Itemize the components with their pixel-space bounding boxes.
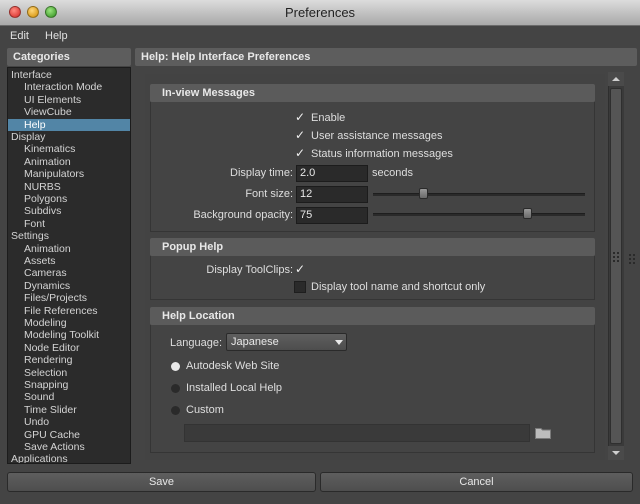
display-time-label: Display time: [230, 167, 293, 179]
radio-autodesk-web-site[interactable] [171, 362, 180, 371]
category-item[interactable]: Cameras [8, 267, 130, 279]
tool-name-shortcut-checkbox[interactable] [294, 281, 306, 293]
language-dropdown-value: Japanese [231, 336, 279, 348]
category-item[interactable]: Save Actions [8, 441, 130, 453]
background-opacity-slider[interactable] [373, 213, 585, 216]
category-item[interactable]: Display [8, 131, 130, 143]
cancel-button[interactable]: Cancel [320, 472, 633, 492]
radio-custom[interactable] [171, 406, 180, 415]
category-item[interactable]: Sound [8, 391, 130, 403]
scrollbar-thumb[interactable] [610, 88, 622, 444]
autodesk-web-site-label: Autodesk Web Site [186, 360, 280, 372]
category-item[interactable]: Time Slider [8, 404, 130, 416]
categories-list[interactable]: Interface Interaction Mode UI Elements View… [7, 67, 131, 464]
scroll-grip-icon [611, 250, 621, 264]
category-item[interactable]: Interaction Mode [8, 81, 130, 93]
chevron-down-icon [335, 340, 343, 345]
toolclips-checkbox[interactable]: ✓ [294, 262, 306, 276]
category-item[interactable]: Help [8, 118, 130, 131]
font-size-field[interactable]: 12 [296, 186, 368, 203]
category-item[interactable]: Applications [8, 453, 130, 463]
category-item[interactable]: Kinematics [8, 143, 130, 155]
category-item[interactable]: Font [8, 218, 130, 230]
menu-edit[interactable]: Edit [10, 26, 29, 46]
enable-checkbox[interactable]: ✓ [294, 110, 306, 124]
category-item[interactable]: Rendering [8, 354, 130, 366]
font-size-slider-handle[interactable] [418, 188, 428, 199]
resize-grip-icon[interactable] [628, 252, 636, 266]
category-item[interactable]: Files/Projects [8, 292, 130, 304]
display-time-field[interactable]: 2.0 [296, 165, 368, 182]
page-title: Help: Help Interface Preferences [135, 48, 637, 66]
category-item[interactable]: Settings [8, 230, 130, 242]
category-item[interactable]: Polygons [8, 193, 130, 205]
category-item[interactable]: Subdivs [8, 205, 130, 217]
status-info-label: Status information messages [311, 148, 453, 160]
category-item[interactable]: Snapping [8, 379, 130, 391]
installed-local-help-label: Installed Local Help [186, 382, 283, 394]
help-location-header[interactable]: Help Location [150, 307, 595, 325]
enable-label: Enable [311, 112, 346, 124]
category-item[interactable]: Animation [8, 156, 130, 168]
menu-bar: Edit Help [0, 26, 640, 46]
custom-label: Custom [186, 404, 224, 416]
background-opacity-field[interactable]: 75 [296, 207, 368, 224]
display-time-unit: seconds [372, 167, 413, 179]
custom-path-field[interactable] [184, 424, 530, 442]
category-item[interactable]: Modeling Toolkit [8, 329, 130, 341]
popup-help-header[interactable]: Popup Help [150, 238, 595, 256]
language-dropdown[interactable]: Japanese [226, 333, 347, 351]
radio-installed-local-help[interactable] [171, 384, 180, 393]
category-item[interactable]: GPU Cache [8, 429, 130, 441]
language-label: Language: [170, 337, 222, 349]
status-info-checkbox[interactable]: ✓ [294, 146, 306, 160]
category-item[interactable]: Assets [8, 255, 130, 267]
scroll-down-button[interactable] [608, 446, 624, 460]
category-item[interactable]: Undo [8, 416, 130, 428]
check-icon: ✓ [294, 146, 306, 160]
category-item[interactable]: NURBS [8, 181, 130, 193]
category-item[interactable]: Node Editor [8, 342, 130, 354]
category-item[interactable]: File References [8, 305, 130, 317]
background-opacity-label: Background opacity: [193, 209, 293, 221]
scroll-up-button[interactable] [608, 72, 624, 86]
category-item[interactable]: Modeling [8, 317, 130, 329]
menu-help[interactable]: Help [45, 26, 68, 46]
check-icon: ✓ [294, 262, 306, 276]
check-icon: ✓ [294, 110, 306, 124]
folder-icon[interactable] [535, 427, 551, 439]
categories-header: Categories [7, 48, 131, 66]
category-item[interactable]: Interface [8, 69, 130, 81]
inview-messages-header[interactable]: In-view Messages [150, 84, 595, 102]
category-item[interactable]: UI Elements [8, 94, 130, 106]
window-title: Preferences [284, 5, 356, 20]
user-assistance-label: User assistance messages [311, 130, 443, 142]
check-icon: ✓ [294, 128, 306, 142]
category-item[interactable]: Dynamics [8, 280, 130, 292]
background-opacity-slider-handle[interactable] [522, 208, 532, 219]
chevron-up-icon [612, 77, 620, 81]
user-assistance-checkbox[interactable]: ✓ [294, 128, 306, 142]
chevron-down-icon [612, 451, 620, 455]
category-item[interactable]: Animation [8, 243, 130, 255]
save-button[interactable]: Save [7, 472, 316, 492]
tool-name-shortcut-label: Display tool name and shortcut only [311, 281, 486, 293]
font-size-slider[interactable] [373, 193, 585, 196]
category-item[interactable]: ViewCube [8, 106, 130, 118]
toolclips-label: Display ToolClips: [206, 264, 293, 276]
font-size-label: Font size: [245, 188, 293, 200]
category-item[interactable]: Manipulators [8, 168, 130, 180]
category-item[interactable]: Selection [8, 367, 130, 379]
